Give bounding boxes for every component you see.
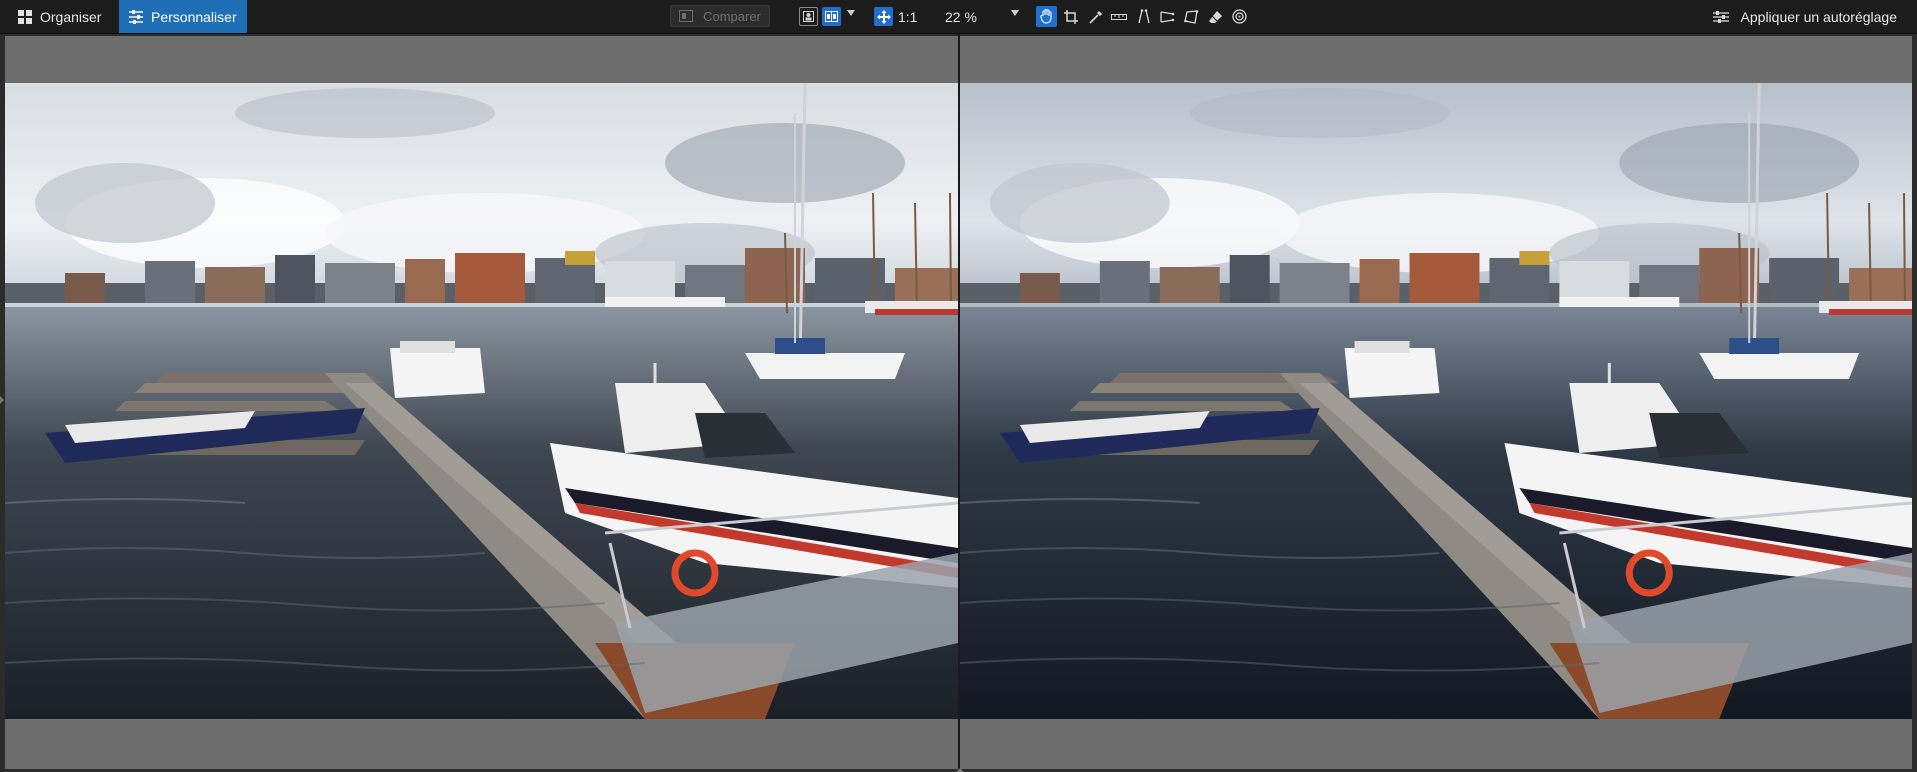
single-view-icon bbox=[803, 11, 814, 22]
eraser-icon bbox=[1209, 10, 1222, 23]
tab-organiser[interactable]: Organiser bbox=[8, 0, 111, 33]
harbor-photo-corrected bbox=[960, 83, 1912, 719]
tab-personnaliser-label: Personnaliser bbox=[151, 8, 237, 25]
rectangle-perspective-tool-button[interactable] bbox=[1181, 6, 1202, 27]
bottom-panel-toggle-icon[interactable] bbox=[956, 768, 964, 772]
hand-icon bbox=[1039, 9, 1052, 24]
perspective-vertical-icon bbox=[1137, 9, 1150, 24]
zoom-value: 22 % bbox=[945, 8, 977, 25]
split-view-icon bbox=[825, 11, 838, 22]
zoom-dropdown-icon[interactable] bbox=[1011, 10, 1019, 16]
move-arrows-icon bbox=[876, 9, 891, 24]
after-photo[interactable] bbox=[960, 83, 1912, 719]
perspective-horizontal-icon bbox=[1160, 10, 1175, 23]
view-mode-dropdown-icon[interactable] bbox=[847, 10, 855, 16]
auto-adjust-label: Appliquer un autoréglage bbox=[1740, 8, 1897, 25]
eyedropper-tool-button[interactable] bbox=[1085, 6, 1106, 27]
auto-adjust-button[interactable]: Appliquer un autoréglage bbox=[1712, 0, 1897, 33]
auto-adjust-sliders-icon bbox=[1712, 10, 1729, 23]
spot-removal-tool-button[interactable] bbox=[1229, 6, 1250, 27]
before-pane[interactable] bbox=[5, 36, 958, 769]
tab-organiser-label: Organiser bbox=[40, 8, 102, 25]
one-to-one-button[interactable]: 1:1 bbox=[898, 0, 917, 33]
straighten-tool-button[interactable] bbox=[1108, 6, 1129, 27]
before-photo[interactable] bbox=[5, 83, 958, 719]
hand-tool-button[interactable] bbox=[1036, 6, 1057, 27]
compare-button[interactable]: Comparer bbox=[670, 5, 770, 27]
zoom-select[interactable]: 22 % bbox=[945, 0, 1025, 33]
spot-removal-icon bbox=[1232, 9, 1247, 24]
split-view-button[interactable] bbox=[822, 7, 841, 26]
single-view-button[interactable] bbox=[799, 7, 818, 26]
grid-icon bbox=[18, 9, 32, 24]
horizontal-perspective-tool-button[interactable] bbox=[1157, 6, 1178, 27]
crop-icon bbox=[1063, 9, 1078, 24]
harbor-photo-original bbox=[5, 83, 958, 719]
compare-icon bbox=[679, 10, 694, 22]
perspective-rectangle-icon bbox=[1184, 9, 1199, 24]
crop-tool-button[interactable] bbox=[1060, 6, 1081, 27]
vertical-perspective-tool-button[interactable] bbox=[1133, 6, 1154, 27]
after-pane[interactable] bbox=[960, 36, 1912, 769]
eyedropper-icon bbox=[1088, 10, 1102, 24]
compare-label: Comparer bbox=[703, 8, 761, 24]
top-toolbar: Organiser Personnaliser Comparer 1:1 22 … bbox=[0, 0, 1917, 34]
sliders-icon bbox=[129, 9, 143, 24]
eraser-tool-button[interactable] bbox=[1205, 6, 1226, 27]
comparison-viewer bbox=[0, 34, 1917, 772]
tab-personnaliser[interactable]: Personnaliser bbox=[119, 0, 247, 33]
straighten-icon bbox=[1110, 13, 1127, 20]
left-panel-toggle-icon[interactable] bbox=[0, 396, 4, 404]
fit-move-button[interactable] bbox=[874, 7, 893, 26]
